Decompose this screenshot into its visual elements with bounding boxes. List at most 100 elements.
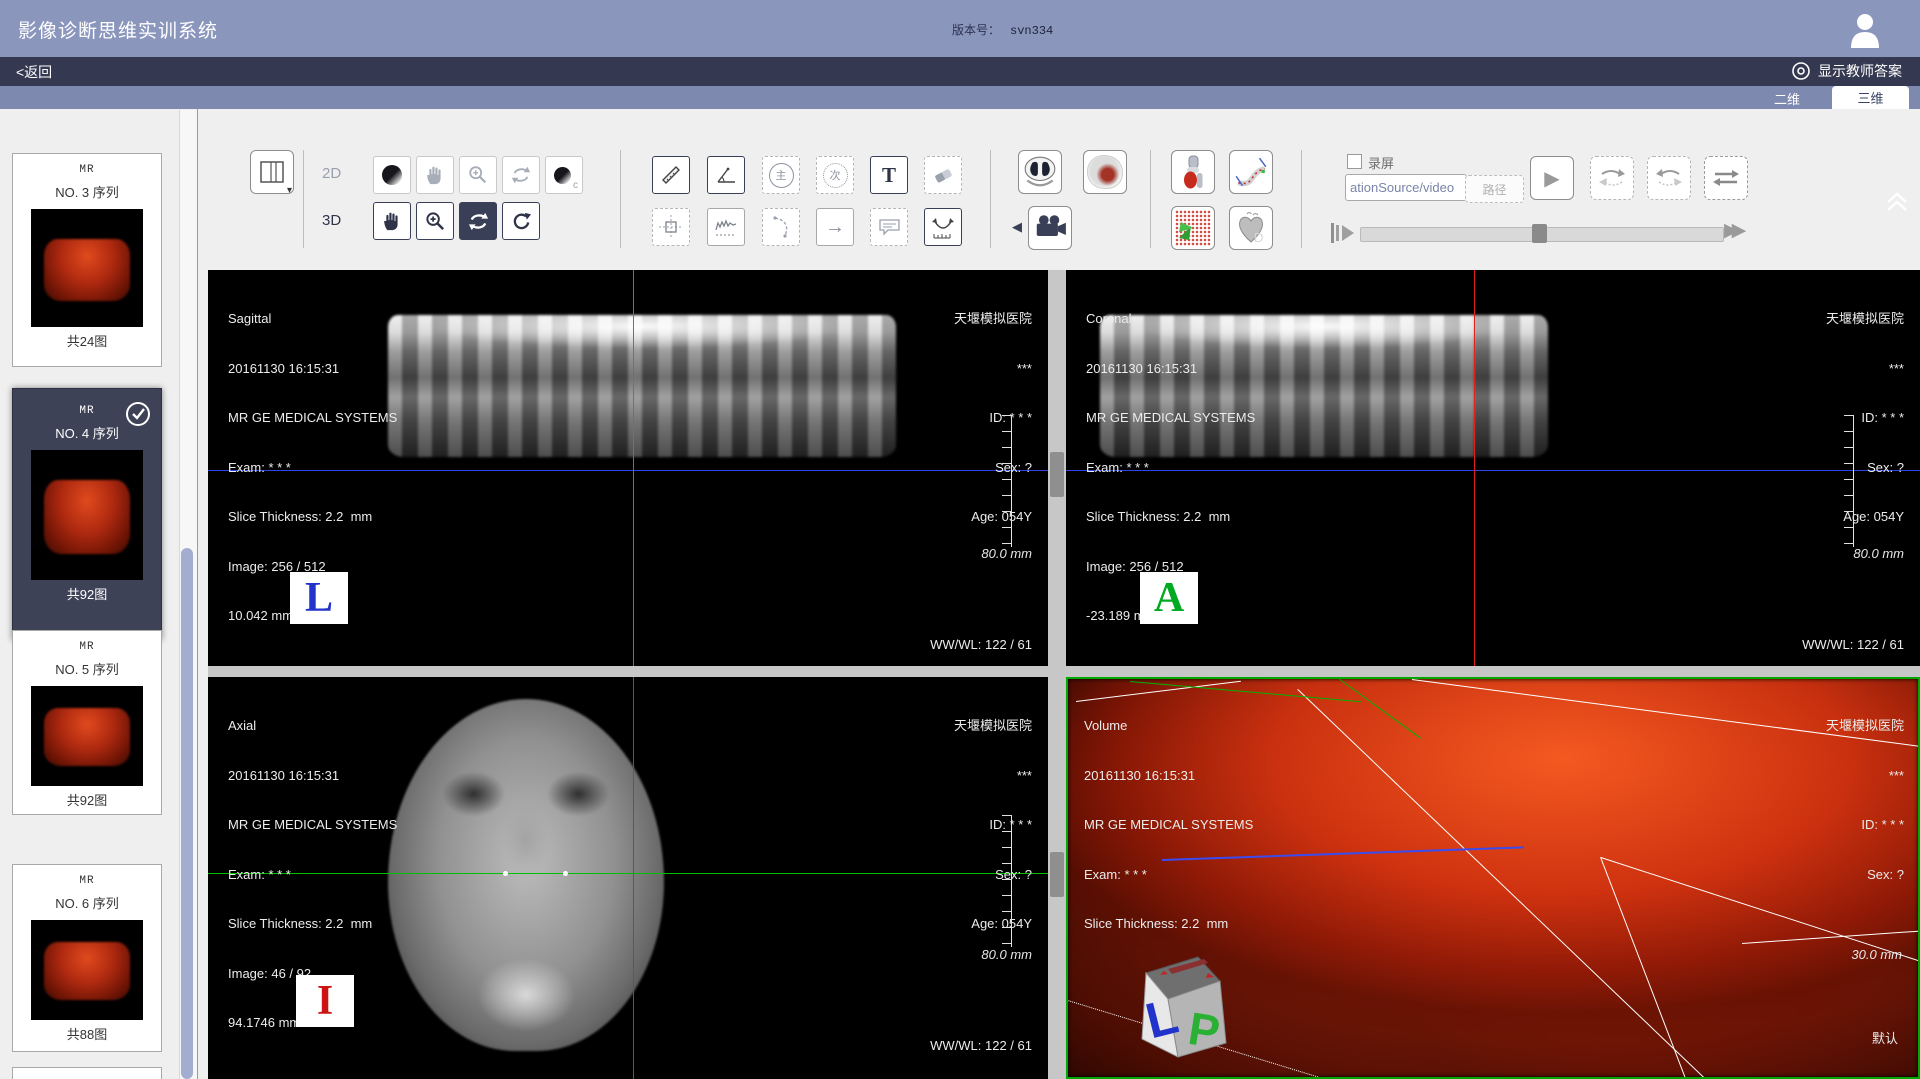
video-camera-icon bbox=[1032, 213, 1068, 243]
spine-measure-view-button[interactable] bbox=[1229, 150, 1273, 194]
study-datetime: 20161130 16:15:31 bbox=[1084, 768, 1253, 785]
preset-label[interactable]: 默认 bbox=[1872, 1028, 1898, 1047]
video-path-input[interactable]: ationSource/video bbox=[1345, 174, 1467, 201]
viewport-name: Sagittal bbox=[228, 311, 397, 328]
selected-check-icon bbox=[125, 401, 151, 427]
3d-rotate-button-selected[interactable] bbox=[459, 202, 497, 240]
knee-view-button[interactable] bbox=[1171, 150, 1215, 194]
3d-pan-button[interactable] bbox=[373, 202, 411, 240]
eraser-button[interactable] bbox=[924, 156, 962, 194]
2d-pan-button[interactable] bbox=[416, 156, 454, 194]
user-profile-icon[interactable] bbox=[1846, 10, 1884, 48]
path-button[interactable]: 路径 bbox=[1465, 175, 1524, 203]
series-card-5[interactable]: MR NO. 5 序列 共92图 bbox=[12, 630, 162, 815]
3d-zoom-button[interactable] bbox=[416, 202, 454, 240]
measure-ruler-button[interactable] bbox=[652, 156, 690, 194]
measure-secondary-button[interactable]: 次 bbox=[816, 156, 854, 194]
patient-age: Age: 054Y bbox=[954, 916, 1032, 933]
device-name: MR GE MEDICAL SYSTEMS bbox=[228, 817, 397, 834]
series-card-partial[interactable] bbox=[12, 1067, 162, 1079]
viewport-coronal[interactable]: Coronal 20161130 16:15:31 MR GE MEDICAL … bbox=[1066, 270, 1920, 666]
swap-arrows-icon bbox=[1712, 166, 1740, 190]
curve-measure-button[interactable] bbox=[924, 208, 962, 246]
sagittal-scrollbar-thumb[interactable] bbox=[1050, 452, 1064, 497]
crosshair-vertical-red[interactable] bbox=[633, 677, 634, 1079]
collapse-toolbar-button[interactable] bbox=[1884, 190, 1910, 214]
patient-age: Age: 054Y bbox=[954, 509, 1032, 526]
2d-window-level-button[interactable] bbox=[373, 156, 411, 194]
secondary-circle-icon: 次 bbox=[823, 163, 848, 188]
loop-forward-button[interactable] bbox=[1590, 156, 1634, 200]
device-name: MR GE MEDICAL SYSTEMS bbox=[1086, 410, 1255, 427]
arrow-annotation-button[interactable]: → bbox=[816, 208, 854, 246]
viewport-volume-selected[interactable]: L P Volume 20161130 16:15:31 MR GE MEDIC… bbox=[1066, 677, 1920, 1079]
sidebar-scrollbar-thumb[interactable] bbox=[181, 548, 193, 1079]
orientation-cube[interactable]: L P bbox=[1116, 947, 1251, 1072]
dropdown-caret-icon: ▾ bbox=[287, 185, 292, 196]
reference-point bbox=[563, 871, 568, 876]
tab-2d[interactable]: 二维 bbox=[1762, 89, 1812, 108]
play-icon: ▶ bbox=[1544, 166, 1559, 191]
loop-back-button[interactable] bbox=[1647, 156, 1691, 200]
series-name: NO. 5 序列 bbox=[13, 659, 161, 678]
patient-sex: Sex: ? bbox=[954, 867, 1032, 884]
series-card-6[interactable]: MR NO. 6 序列 共88图 bbox=[12, 864, 162, 1052]
profile-curve-button[interactable] bbox=[707, 208, 745, 246]
crosshair-vertical-green[interactable] bbox=[633, 270, 634, 666]
back-button[interactable]: <返回 bbox=[16, 62, 52, 82]
layout-button[interactable]: ▾ bbox=[250, 150, 294, 194]
window-level-readout: WW/WL: 122 / 61 bbox=[930, 1038, 1032, 1053]
speed-slider-thumb[interactable] bbox=[1532, 224, 1547, 243]
lung-ct-icon bbox=[1022, 154, 1058, 190]
spline-button[interactable] bbox=[762, 208, 800, 246]
hospital-name: 天堰模拟医院 bbox=[954, 718, 1032, 735]
viewport-sagittal[interactable]: Sagittal 20161130 16:15:31 MR GE MEDICAL… bbox=[208, 270, 1048, 666]
series-thumbnail bbox=[31, 450, 143, 580]
series-card-4-selected[interactable]: MR NO. 4 序列 共92图 bbox=[12, 388, 162, 640]
ping-pong-button[interactable] bbox=[1704, 156, 1748, 200]
axial-scrollbar-thumb[interactable] bbox=[1050, 852, 1064, 897]
2d-window-level-reset-button[interactable]: c bbox=[545, 156, 583, 194]
lung-ct-view-button[interactable] bbox=[1018, 150, 1062, 194]
series-count: 共88图 bbox=[13, 1024, 161, 1043]
patient-age: Age: 054Y bbox=[1826, 509, 1904, 526]
show-teacher-answer-button[interactable]: 显示教师答案 bbox=[1791, 61, 1902, 81]
vessel-view-button[interactable] bbox=[1171, 206, 1215, 250]
slice-thickness: Slice Thickness: 2.2 mm bbox=[228, 509, 397, 526]
text-tool-icon: T bbox=[882, 163, 896, 188]
series-card-3[interactable]: MR NO. 3 序列 共24图 bbox=[12, 153, 162, 367]
roi-box-button[interactable] bbox=[652, 208, 690, 246]
series-count: 共24图 bbox=[13, 331, 161, 350]
primary-circle-icon: 主 bbox=[769, 163, 794, 188]
speed-slider-track[interactable] bbox=[1360, 227, 1724, 242]
measure-primary-button[interactable]: 主 bbox=[762, 156, 800, 194]
play-button[interactable]: ▶ bbox=[1530, 156, 1574, 200]
layout-columns-icon bbox=[257, 157, 287, 187]
viewport-horizontal-splitter[interactable] bbox=[208, 666, 1920, 677]
toolbar-divider bbox=[620, 150, 621, 248]
comment-button[interactable] bbox=[870, 208, 908, 246]
sagittal-mr-image bbox=[388, 315, 896, 457]
text-annotation-button[interactable]: T bbox=[870, 156, 908, 194]
ruler-icon bbox=[659, 163, 683, 187]
2d-rotate-button[interactable] bbox=[502, 156, 540, 194]
window-level-readout: WW/WL: 122 / 61 bbox=[1802, 637, 1904, 652]
heart-view-button[interactable]: D bbox=[1229, 206, 1273, 250]
tab-3d[interactable]: 三维 bbox=[1832, 86, 1909, 109]
secondary-glyph: 次 bbox=[830, 167, 841, 183]
eye-icon bbox=[1791, 61, 1811, 81]
export-video-button[interactable] bbox=[1028, 206, 1072, 250]
2d-zoom-button[interactable] bbox=[459, 156, 497, 194]
version-info: 版本号：svn334 bbox=[952, 21, 1053, 38]
viewport-axial[interactable]: Axial 20161130 16:15:31 MR GE MEDICAL SY… bbox=[208, 677, 1048, 1079]
record-screen-checkbox[interactable] bbox=[1347, 154, 1362, 169]
fast-forward-icon: ▶▶ bbox=[1724, 219, 1739, 242]
series-count: 共92图 bbox=[13, 584, 161, 603]
3d-reset-rotation-button[interactable] bbox=[502, 202, 540, 240]
scale-ruler bbox=[1844, 415, 1854, 547]
crosshair-vertical-red[interactable] bbox=[1474, 270, 1475, 666]
skull-3d-icon bbox=[1087, 155, 1123, 189]
exam-label: Exam: * * * bbox=[228, 867, 397, 884]
skull-3d-view-button[interactable] bbox=[1083, 150, 1127, 194]
measure-angle-button[interactable] bbox=[707, 156, 745, 194]
